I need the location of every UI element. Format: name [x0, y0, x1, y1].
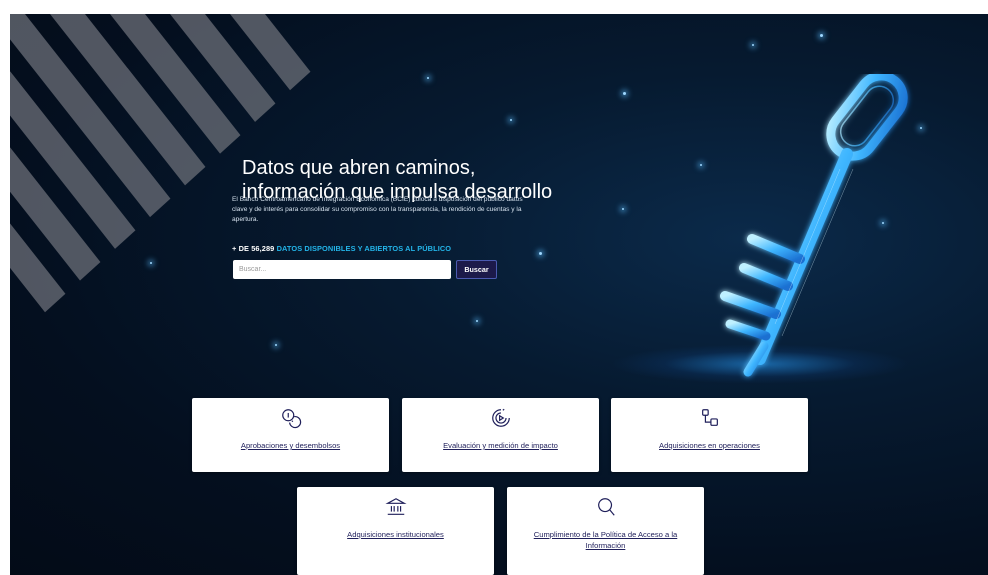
decorative-star — [150, 262, 152, 264]
decorative-star — [622, 208, 624, 210]
hero-banner: Datos que abren caminos, información que… — [10, 14, 988, 575]
category-label: Adquisiciones en operaciones — [659, 441, 760, 450]
category-card-aprobaciones[interactable]: Aprobaciones y desembolsos — [192, 398, 389, 472]
category-card-cumplimiento[interactable]: Cumplimiento de la Política de Acceso a … — [507, 487, 704, 575]
workflow-icon — [701, 409, 718, 426]
decorative-star — [510, 119, 512, 121]
decorative-star — [752, 44, 754, 46]
key-illustration — [720, 74, 908, 377]
category-card-evaluacion[interactable]: Evaluación y medición de impacto — [402, 398, 599, 472]
decorative-star — [820, 34, 823, 37]
bank-building-icon — [384, 498, 407, 515]
decorative-star — [476, 320, 478, 322]
category-label: Evaluación y medición de impacto — [443, 441, 558, 450]
headline-line-1: Datos que abren caminos, — [242, 157, 476, 179]
coins-icon — [281, 409, 301, 429]
counter-number: + DE 56,289 — [232, 244, 275, 253]
counter-text: DATOS DISPONIBLES Y ABIERTOS AL PÚBLICO — [276, 244, 452, 253]
decorative-star — [275, 344, 277, 346]
hero-description: El Banco Centroamericano de Integración … — [232, 196, 523, 224]
category-label: Aprobaciones y desembolsos — [240, 441, 341, 450]
search-input[interactable] — [233, 260, 451, 279]
decorative-star — [539, 252, 542, 255]
data-counter: + DE 56,289 DATOS DISPONIBLES Y ABIERTOS… — [232, 244, 451, 253]
search-button[interactable]: Buscar — [456, 260, 497, 279]
category-label: Adquisiciones institucionales — [347, 530, 444, 539]
target-play-icon — [491, 408, 510, 427]
category-label: Cumplimiento de la Política de Acceso a … — [533, 530, 678, 550]
category-card-adquisiciones-institucionales[interactable]: Adquisiciones institucionales — [297, 487, 494, 575]
search-icon — [597, 498, 615, 516]
category-card-adquisiciones-operaciones[interactable]: Adquisiciones en operaciones — [611, 398, 808, 472]
decorative-star — [427, 77, 429, 79]
decorative-star — [623, 92, 626, 95]
